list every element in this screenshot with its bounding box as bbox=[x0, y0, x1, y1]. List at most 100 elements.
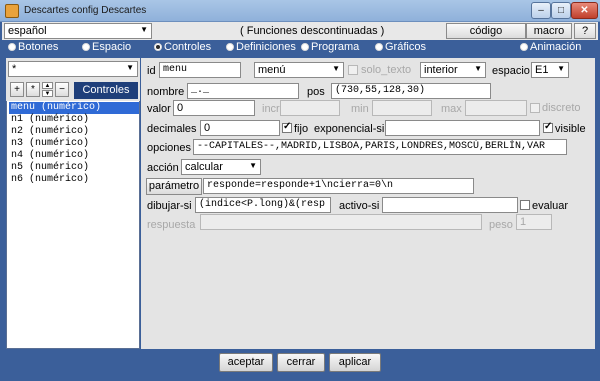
filter-value: * bbox=[12, 63, 17, 75]
list-item[interactable]: n2 (numérico) bbox=[9, 126, 139, 138]
app-icon bbox=[5, 4, 19, 18]
tab-label: Botones bbox=[18, 41, 59, 53]
accept-button[interactable]: aceptar bbox=[219, 353, 273, 372]
chevron-down-icon: ▼ bbox=[474, 64, 482, 73]
discreto-label: discreto bbox=[542, 102, 581, 114]
peso-label: peso bbox=[489, 219, 513, 231]
close-window-button[interactable]: ✕ bbox=[571, 2, 598, 19]
opciones-label: opciones bbox=[147, 142, 192, 154]
move-down-button[interactable]: ▼ bbox=[42, 90, 53, 97]
pos-field[interactable]: (730,55,128,30) bbox=[331, 83, 491, 99]
fijo-label: fijo bbox=[294, 123, 309, 135]
evaluar-checkbox[interactable] bbox=[520, 200, 530, 210]
add-control-button[interactable]: + bbox=[10, 82, 24, 97]
radio-icon bbox=[301, 43, 309, 51]
espacio-value: E1 bbox=[535, 64, 549, 76]
tab-graficos[interactable]: Gráficos bbox=[375, 41, 426, 53]
code-button[interactable]: código bbox=[446, 23, 526, 39]
region-select[interactable]: interior ▼ bbox=[420, 62, 486, 78]
respuesta-field[interactable] bbox=[200, 214, 482, 230]
chevron-down-icon: ▼ bbox=[249, 161, 257, 170]
radio-icon bbox=[520, 43, 528, 51]
filter-select[interactable]: * ▼ bbox=[8, 61, 138, 77]
radio-icon bbox=[82, 43, 90, 51]
apply-button[interactable]: aplicar bbox=[329, 353, 381, 372]
panel-label: Controles bbox=[74, 82, 138, 99]
discreto-checkbox[interactable] bbox=[530, 103, 540, 113]
move-up-button[interactable]: ▲ bbox=[42, 82, 53, 89]
tab-label: Controles bbox=[164, 41, 212, 53]
radio-icon bbox=[375, 43, 383, 51]
control-type-value: menú bbox=[258, 64, 286, 76]
accion-label: acción bbox=[147, 162, 179, 174]
parametro-button[interactable]: parámetro bbox=[146, 178, 202, 195]
close-button[interactable]: cerrar bbox=[277, 353, 325, 372]
exponencial-field[interactable] bbox=[385, 120, 540, 136]
dibujar-si-field[interactable]: (indice<P.long)&(resp bbox=[195, 197, 331, 213]
incr-label: incr bbox=[262, 103, 280, 115]
visible-checkbox[interactable] bbox=[543, 121, 553, 133]
dibujar-si-label: dibujar-si bbox=[147, 200, 192, 212]
tab-botones[interactable]: Botones bbox=[8, 41, 58, 53]
accion-select[interactable]: calcular ▼ bbox=[181, 159, 261, 175]
radio-icon bbox=[8, 43, 16, 51]
clone-control-button[interactable]: * bbox=[26, 82, 40, 97]
min-field[interactable] bbox=[372, 100, 432, 116]
tab-programa[interactable]: Programa bbox=[301, 41, 359, 53]
activo-si-label: activo-si bbox=[339, 200, 380, 212]
control-type-select[interactable]: menú ▼ bbox=[254, 62, 344, 78]
tab-label: Gráficos bbox=[385, 41, 426, 53]
chevron-down-icon: ▼ bbox=[332, 64, 340, 73]
min-label: min bbox=[351, 103, 369, 115]
espacio-select[interactable]: E1 ▼ bbox=[531, 62, 569, 78]
tab-controles[interactable]: Controles bbox=[154, 41, 211, 53]
nombre-label: nombre bbox=[147, 86, 185, 98]
opciones-field[interactable]: --CAPITALES--,MADRID,LISBOA,PARIS,LONDRE… bbox=[193, 139, 567, 155]
macro-button[interactable]: macro bbox=[526, 23, 572, 39]
tab-label: Espacio bbox=[92, 41, 132, 53]
tab-espacio[interactable]: Espacio bbox=[82, 41, 131, 53]
parametro-field[interactable]: responde=responde+1\ncierra=0\n bbox=[203, 178, 474, 194]
max-label: max bbox=[441, 103, 462, 115]
maximize-button[interactable]: □ bbox=[551, 2, 571, 19]
id-label: id bbox=[147, 65, 156, 77]
chevron-down-icon: ▼ bbox=[557, 64, 565, 73]
visible-label: visible bbox=[555, 123, 586, 135]
tab-definiciones[interactable]: Definiciones bbox=[226, 41, 296, 53]
minimize-button[interactable]: – bbox=[531, 2, 551, 19]
list-item[interactable]: n3 (numérico) bbox=[9, 138, 139, 150]
nombre-field[interactable]: _._ bbox=[187, 83, 299, 99]
decimales-field[interactable]: 0 bbox=[200, 120, 280, 136]
valor-label: valor bbox=[147, 103, 171, 115]
list-item[interactable]: n6 (numérico) bbox=[9, 174, 139, 186]
exponencial-label: exponencial-si bbox=[314, 123, 385, 135]
region-value: interior bbox=[424, 64, 458, 76]
language-select[interactable]: español ▼ bbox=[4, 23, 152, 39]
id-field[interactable]: menu bbox=[159, 62, 241, 78]
peso-field[interactable]: 1 bbox=[516, 214, 552, 230]
evaluar-label: evaluar bbox=[532, 200, 569, 212]
language-value: español bbox=[8, 25, 47, 37]
tab-label: Definiciones bbox=[236, 41, 296, 53]
tab-label: Animación bbox=[530, 41, 582, 53]
remove-control-button[interactable]: − bbox=[55, 82, 69, 97]
list-item[interactable]: menu (numérico) bbox=[9, 102, 139, 114]
fijo-checkbox[interactable] bbox=[282, 121, 292, 133]
tab-label: Programa bbox=[311, 41, 360, 53]
radio-icon bbox=[226, 43, 234, 51]
reorder-control: ▲ ▼ bbox=[42, 82, 53, 97]
chevron-down-icon: ▼ bbox=[140, 25, 148, 34]
pos-label: pos bbox=[307, 86, 325, 98]
max-field[interactable] bbox=[465, 100, 527, 116]
list-item[interactable]: n5 (numérico) bbox=[9, 162, 139, 174]
radio-selected-icon bbox=[154, 43, 162, 51]
help-button[interactable]: ? bbox=[574, 23, 596, 39]
list-item[interactable]: n1 (numérico) bbox=[9, 114, 139, 126]
tab-animacion[interactable]: Animación bbox=[520, 41, 581, 53]
valor-field[interactable]: 0 bbox=[173, 100, 255, 116]
incr-field[interactable] bbox=[280, 100, 340, 116]
activo-si-field[interactable] bbox=[382, 197, 518, 213]
solo-texto-checkbox[interactable] bbox=[348, 65, 358, 75]
deprecated-functions-notice: ( Funciones descontinuadas ) bbox=[240, 25, 385, 37]
list-item[interactable]: n4 (numérico) bbox=[9, 150, 139, 162]
